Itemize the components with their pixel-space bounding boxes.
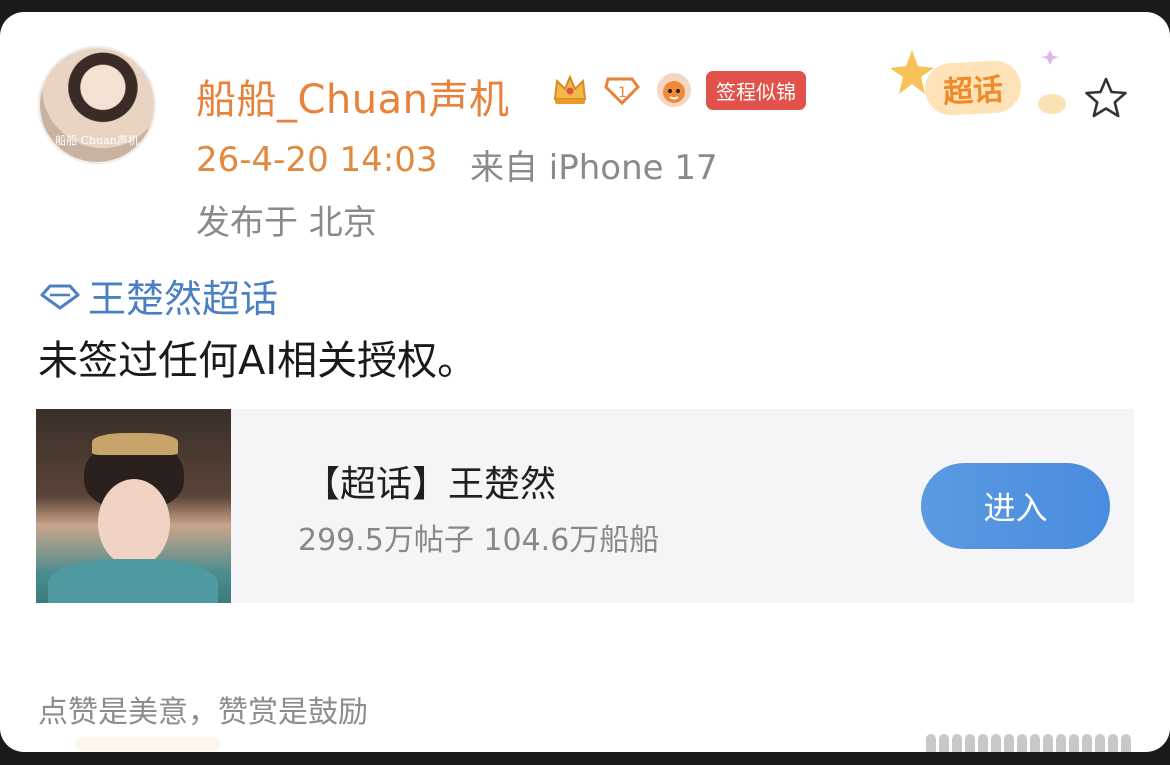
svg-text:1: 1 [618,85,627,101]
mascot-icon[interactable] [654,70,694,110]
post-text: 未签过任何AI相关授权。 [38,338,478,384]
post-source: 来自 iPhone 17 [470,148,718,188]
diamond-icon [40,284,80,309]
post-location: 发布于 北京 [196,203,377,243]
level-badge-icon[interactable]: 1 [602,70,642,110]
sign-badge[interactable]: 签程似锦 [706,70,806,110]
topic-card-stats: 299.5万帖子 104.6万船船 [298,523,660,558]
topic-link[interactable]: 王楚然超话 [38,268,278,323]
weibo-post-card: 船船 Chuan声机 船船_Chuan声机 1 签程似锦 26-4-20 14:… [0,12,1170,752]
topic-card[interactable]: 【超话】王楚然 299.5万帖子 104.6万船船 进入 [36,409,1134,603]
chaohua-sticker-label: 超话 [923,59,1023,117]
topic-link-text: 王楚然超话 [88,277,279,321]
topic-card-title: 【超话】王楚然 [304,464,557,505]
user-avatar[interactable]: 船船 Chuan声机 [38,46,156,164]
bottom-indicator [926,734,1131,752]
star-icon[interactable] [1082,74,1130,122]
reward-text: 点赞是美意，赞赏是鼓励 [38,695,368,730]
username[interactable]: 船船_Chuan声机 [196,67,510,125]
crown-icon[interactable] [550,70,590,110]
avatar-caption: 船船 Chuan声机 [55,134,139,147]
topic-thumbnail [36,409,231,603]
post-time: 26-4-20 14:03 [196,140,438,180]
reward-underline [76,737,221,751]
enter-button[interactable]: 进入 [921,463,1110,549]
user-badges: 1 签程似锦 [550,70,806,110]
